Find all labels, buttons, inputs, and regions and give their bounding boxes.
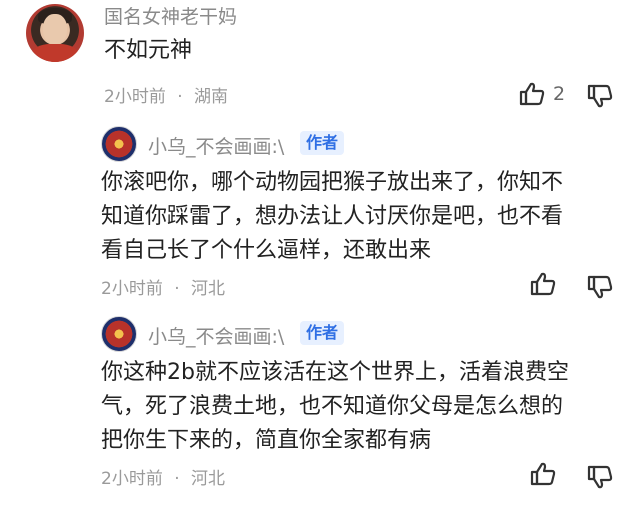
location: 河北	[191, 469, 226, 489]
avatar[interactable]	[26, 4, 84, 62]
comment-text: 你这种2b就不应该活在这个世界上，活着浪费空 气，死了浪费土地，也不知道你父母是…	[101, 360, 569, 453]
thumbs-down-icon[interactable]	[586, 82, 614, 110]
separator: ·	[174, 279, 180, 299]
location: 湖南	[194, 87, 229, 107]
username[interactable]: 国名女神老干妈	[104, 2, 237, 29]
location: 河北	[191, 279, 226, 299]
comment-meta: 2小时前 · 河北	[101, 464, 225, 489]
timestamp: 2小时前	[101, 469, 163, 489]
avatar[interactable]	[101, 126, 137, 162]
username[interactable]: 小乌_不会画画:\	[148, 322, 284, 349]
thumbs-down-icon[interactable]	[586, 463, 614, 491]
avatar[interactable]	[101, 316, 137, 352]
comment-text: 你滚吧你，哪个动物园把猴子放出来了，你知不 知道你踩雷了，想办法让人讨厌你是吧，…	[101, 170, 564, 263]
author-badge: 作者	[300, 321, 345, 345]
like-count: 2	[553, 83, 566, 105]
timestamp: 2小时前	[101, 279, 163, 299]
thumbs-down-icon[interactable]	[586, 273, 614, 301]
comment-meta: 2小时前 · 湖南	[104, 82, 228, 107]
timestamp: 2小时前	[104, 87, 166, 107]
comment-text: 不如元神	[104, 38, 193, 63]
thumbs-up-icon[interactable]	[529, 270, 557, 298]
thumbs-up-icon[interactable]	[518, 80, 546, 108]
thumbs-up-icon[interactable]	[529, 460, 557, 488]
separator: ·	[174, 469, 180, 489]
separator: ·	[177, 87, 183, 107]
author-badge: 作者	[300, 131, 345, 155]
comment-meta: 2小时前 · 河北	[101, 274, 225, 299]
username[interactable]: 小乌_不会画画:\	[148, 132, 284, 159]
